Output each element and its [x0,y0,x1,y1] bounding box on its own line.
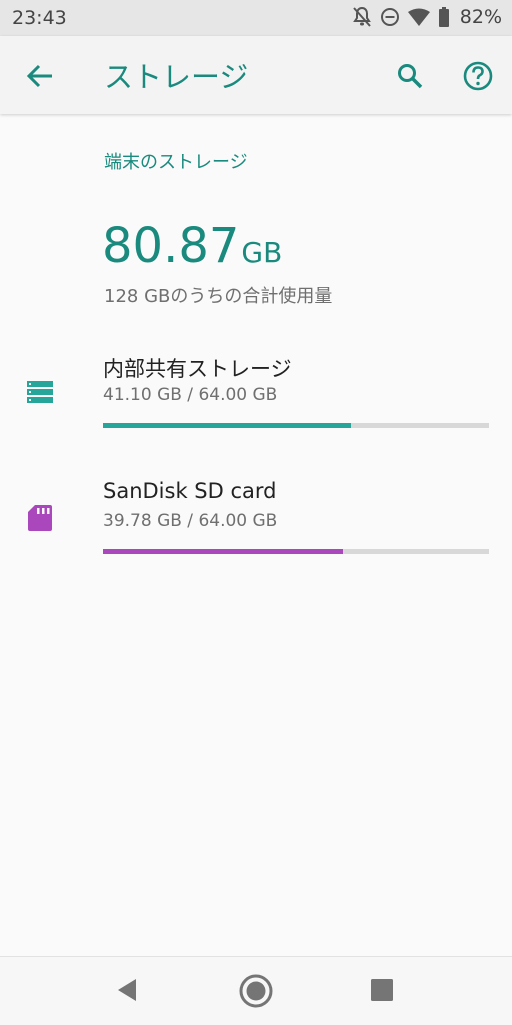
status-bar: 23:43 82% [0,0,512,36]
app-bar: ストレージ [0,36,512,114]
total-used: 80.87GB [102,218,282,274]
usage-bar-fill [103,423,351,428]
back-button[interactable] [20,56,60,96]
battery-icon [438,7,450,27]
navigation-bar [0,956,512,1025]
storage-item-sd-card[interactable]: SanDisk SD card 39.78 GB / 64.00 GB [0,466,512,576]
help-icon [458,61,498,100]
page-title: ストレージ [104,60,249,94]
status-icons: 82% [352,6,502,28]
storage-item-title: 内部共有ストレージ [103,357,292,381]
status-time: 23:43 [12,7,67,29]
section-header: 端末のストレージ [104,152,248,173]
usage-bar [103,549,489,554]
sd-card-icon [24,502,56,534]
battery-percentage: 82% [459,6,502,28]
search-icon [390,64,430,100]
total-used-caption: 128 GBのうちの合計使用量 [104,286,333,307]
storage-item-summary: 41.10 GB / 64.00 GB [103,385,278,405]
nav-recents-icon[interactable] [371,979,393,1005]
arrow-back-icon [20,64,60,100]
nav-home-icon[interactable] [238,973,274,1013]
storage-item-summary: 39.78 GB / 64.00 GB [103,511,278,531]
storage-item-internal[interactable]: 内部共有ストレージ 41.10 GB / 64.00 GB [0,340,512,450]
usage-bar [103,423,489,428]
help-button[interactable] [458,56,498,96]
storage-item-title: SanDisk SD card [103,479,277,503]
notifications-off-icon [352,6,372,28]
search-button[interactable] [390,56,430,96]
wifi-icon [407,8,430,26]
usage-bar-fill [103,549,344,554]
total-used-unit: GB [241,236,283,269]
storage-icon [24,376,56,408]
nav-back-icon[interactable] [112,975,142,1009]
do-not-disturb-icon [380,7,400,27]
total-used-value: 80.87 [102,218,240,274]
